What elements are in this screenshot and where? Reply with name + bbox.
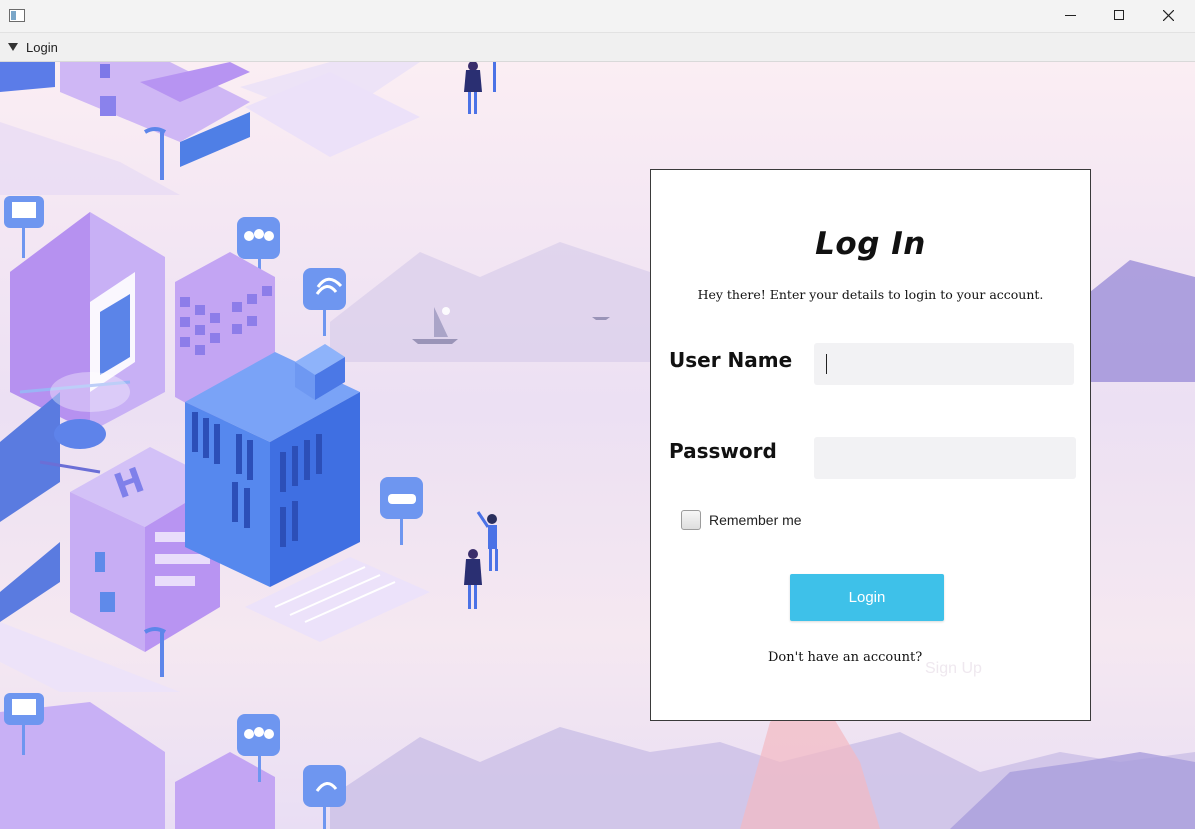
maximize-icon xyxy=(1114,10,1124,20)
text-caret xyxy=(826,354,827,374)
login-card: Log In Hey there! Enter your details to … xyxy=(650,169,1091,721)
minimize-button[interactable] xyxy=(1050,0,1096,32)
window-titlebar[interactable] xyxy=(0,0,1195,33)
menubar: Login xyxy=(0,33,1195,62)
remember-me-row: Remember me xyxy=(681,510,802,530)
signup-link[interactable]: Sign Up xyxy=(925,660,982,678)
password-label: Password xyxy=(669,439,777,463)
remember-me-checkbox[interactable] xyxy=(681,510,701,530)
username-input[interactable] xyxy=(814,343,1074,385)
close-button[interactable] xyxy=(1145,0,1191,32)
login-menu[interactable]: Login xyxy=(8,38,58,56)
password-input[interactable] xyxy=(814,437,1076,479)
login-subtitle: Hey there! Enter your details to login t… xyxy=(697,287,1044,302)
remember-me-label: Remember me xyxy=(709,512,802,528)
maximize-button[interactable] xyxy=(1096,0,1142,32)
login-button[interactable]: Login xyxy=(790,574,944,621)
triangle-down-icon xyxy=(8,43,18,51)
no-account-text: Don't have an account? xyxy=(768,650,923,665)
login-menu-label: Login xyxy=(26,39,58,55)
username-label: User Name xyxy=(669,348,793,372)
window-app-icon xyxy=(9,9,25,22)
close-icon xyxy=(1163,10,1174,21)
login-title: Log In xyxy=(815,226,926,262)
minimize-icon xyxy=(1065,15,1076,16)
